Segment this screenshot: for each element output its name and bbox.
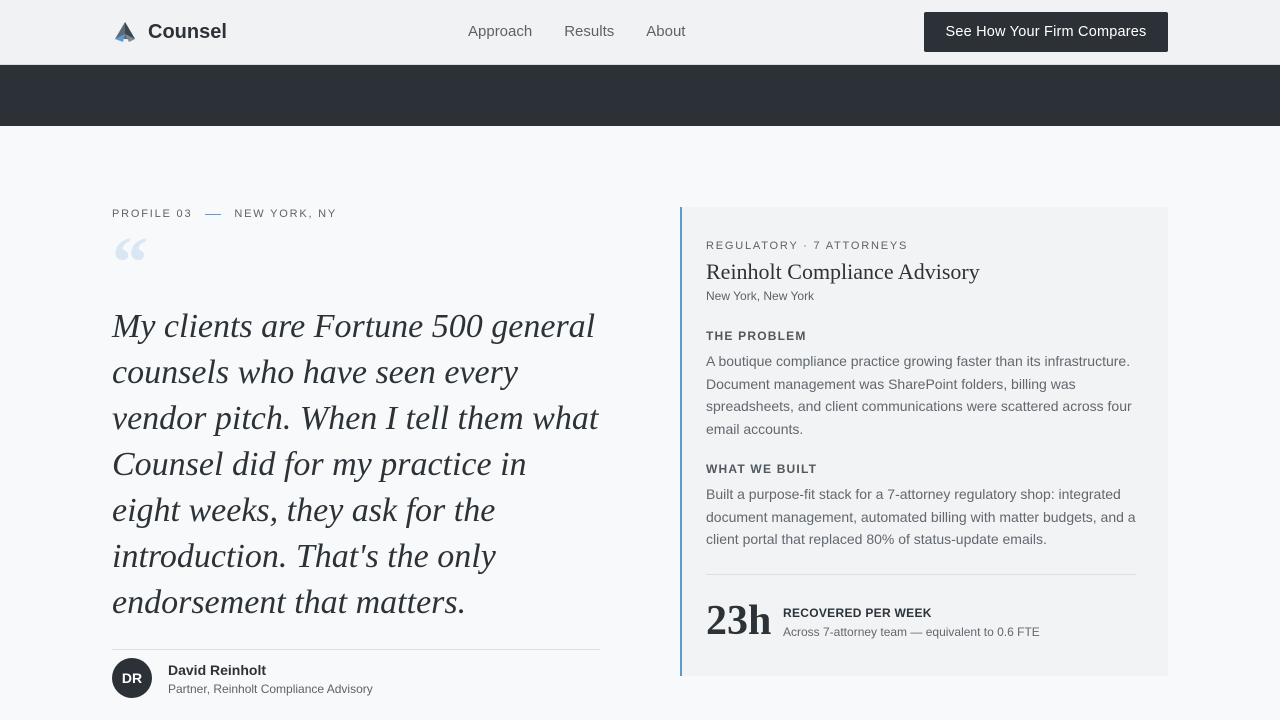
built-body: Built a purpose-fit stack for a 7-attorn… [706,486,1136,547]
built-heading: WHAT WE BUILT [706,462,818,476]
stat-subtext: Across 7-attorney team — equivalent to 0… [783,625,1040,639]
avatar: DR [112,658,152,698]
nav-link-about[interactable]: About [646,23,685,41]
author-role: Partner, Reinholt Compliance Advisory [168,682,373,696]
card-location: New York, New York [706,289,815,303]
navbar: Counsel Approach Results About See How Y… [0,0,1280,65]
profile-meta: PROFILE 03 NEW YORK, NY [112,208,337,220]
author-divider [112,649,600,650]
card-title: Reinholt Compliance Advisory [706,259,980,284]
case-study-card: REGULATORY · 7 ATTORNEYS Reinholt Compli… [680,207,1168,676]
quote-mark-icon: “ [112,222,148,302]
nav-link-results[interactable]: Results [564,23,614,41]
problem-heading: THE PROBLEM [706,329,807,343]
nav-link-approach[interactable]: Approach [468,23,532,41]
compare-firm-button[interactable]: See How Your Firm Compares [924,12,1168,52]
card-tag: REGULATORY · 7 ATTORNEYS [706,240,909,252]
brand-mark-icon [115,22,135,42]
profile-location: NEW YORK, NY [234,208,338,220]
nav-links: Approach Results About [468,23,717,41]
hero-band [0,65,1280,126]
brand-logo[interactable]: Counsel [112,19,227,45]
profile-number: PROFILE 03 [112,208,193,220]
card-divider [706,574,1136,575]
meta-divider [205,213,222,215]
problem-body: A boutique compliance practice growing f… [706,353,1132,437]
stat-value: 23h [706,598,772,644]
testimonial-quote: My clients are Fortune 500 general couns… [112,308,599,621]
brand-name: Counsel [148,20,227,43]
author-name: David Reinholt [168,662,267,678]
stat-label: RECOVERED PER WEEK [783,606,932,620]
